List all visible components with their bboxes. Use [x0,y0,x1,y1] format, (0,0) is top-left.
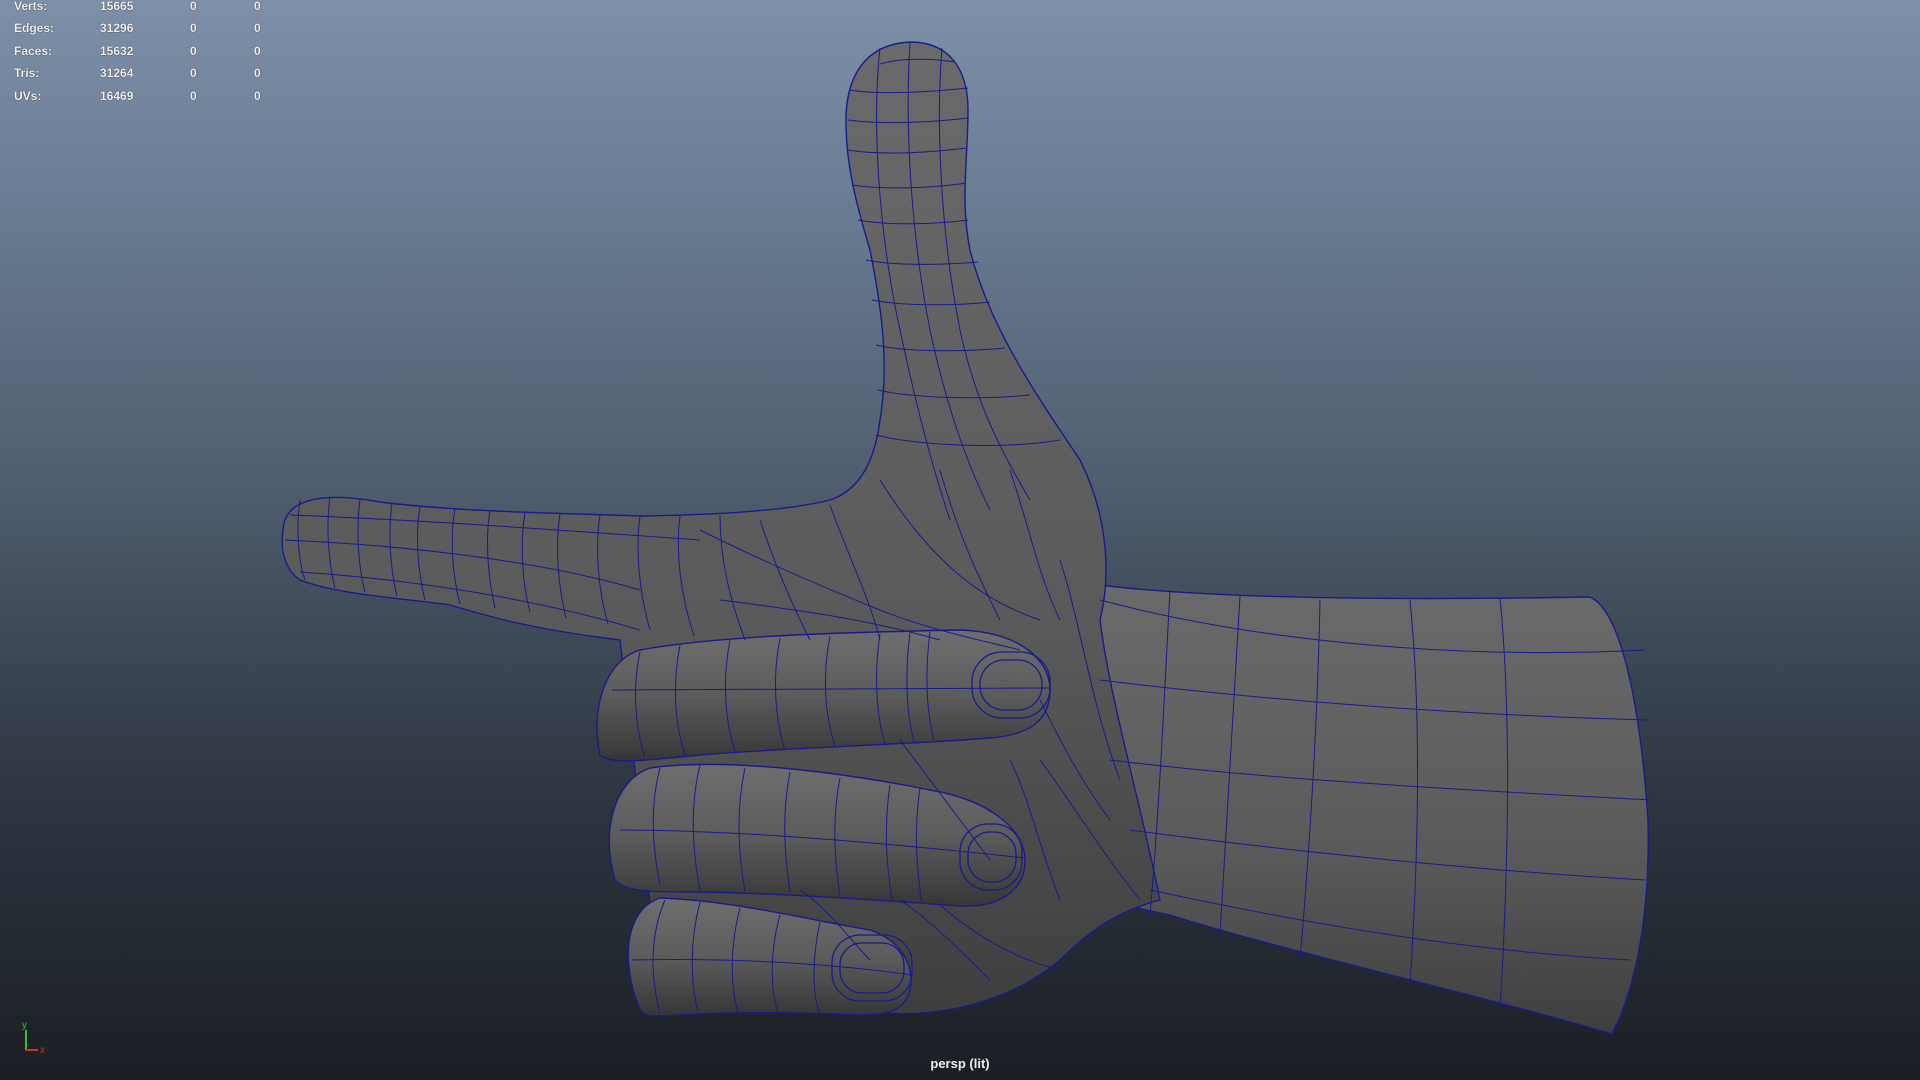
maya-viewport-panel[interactable]: Verts: 15665 0 0 Edges: 31296 0 0 Faces:… [0,0,1920,1080]
axis-y-label: y [22,1020,27,1031]
hand-mesh-object[interactable] [0,0,1920,1080]
axis-x-label: x [40,1045,45,1056]
camera-name-label: persp (lit) [930,1056,990,1071]
view-axis-indicator: y x [22,1020,45,1056]
